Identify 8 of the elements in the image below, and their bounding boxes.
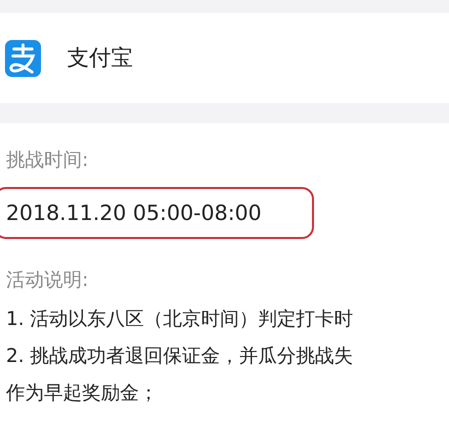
description-line: 1. 活动以东八区（北京时间）判定打卡时: [5, 307, 354, 332]
app-name: 支付宝: [67, 45, 133, 73]
description-line: 2. 挑战成功者退回保证金，并瓜分挑战失: [5, 344, 354, 369]
challenge-time: 2018.11.20 05:00-08:00: [6, 201, 262, 225]
section-label: 活动说明:: [5, 268, 90, 293]
description-line: 作为早起奖励金；: [5, 381, 159, 406]
section-label: 挑战时间:: [5, 148, 90, 173]
app-logo-icon: [5, 40, 41, 76]
